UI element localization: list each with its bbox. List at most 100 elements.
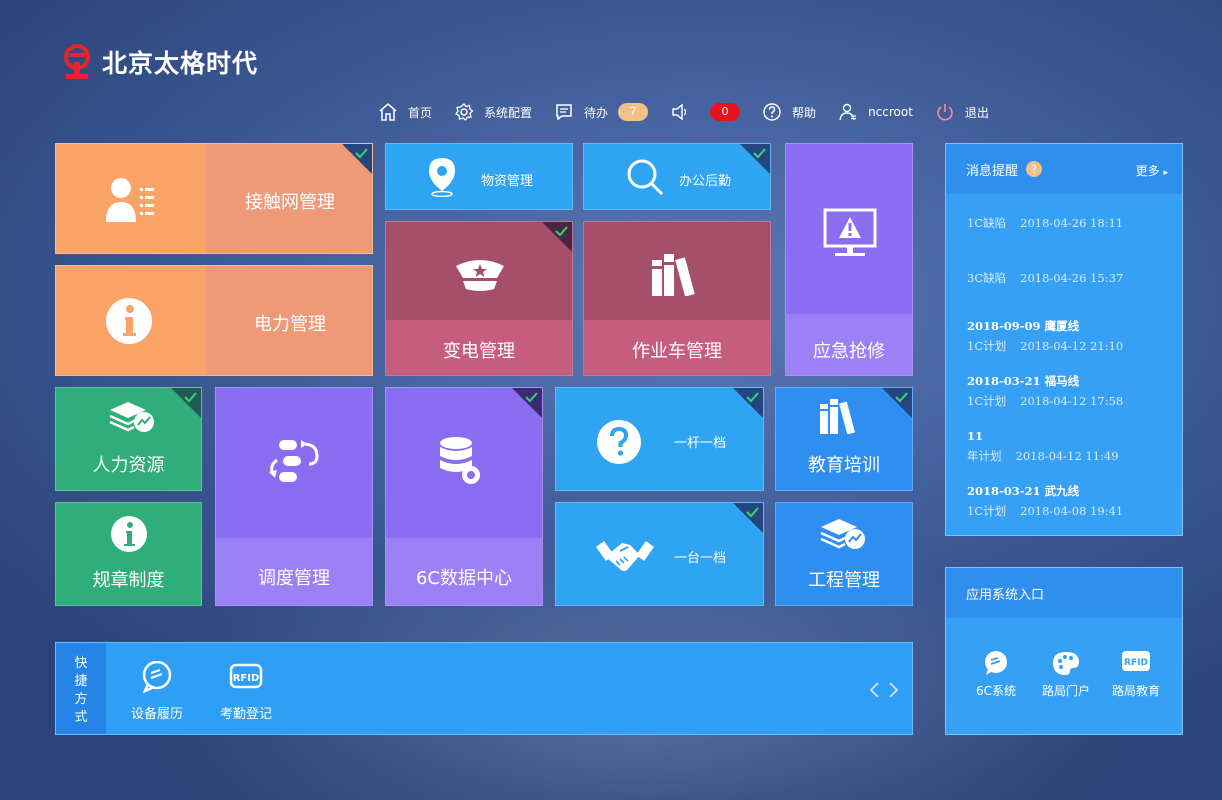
chevron-right-icon[interactable] xyxy=(888,681,900,699)
messages-title: 消息提醒 xyxy=(966,163,1019,179)
svg-text:RFID: RFID xyxy=(233,673,260,684)
nav-help[interactable]: 帮助 xyxy=(762,102,816,122)
books-icon xyxy=(820,399,856,434)
nav-sound[interactable]: 0 xyxy=(670,102,741,122)
nav-home[interactable]: 首页 xyxy=(378,102,432,122)
tile-dispatch-label: 调度管理 xyxy=(258,568,330,589)
tile-hr[interactable]: 人力资源 xyxy=(55,387,202,491)
nav-todo-label: 待办 xyxy=(584,105,609,120)
speaker-icon xyxy=(672,103,687,121)
question-icon xyxy=(597,420,641,464)
todo-count-badge: 7 xyxy=(618,103,649,121)
tile-data6c-label: 6C数据中心 xyxy=(415,568,513,589)
app-6c[interactable]: 6C系统 xyxy=(966,650,1026,699)
tile-office[interactable]: 办公后勤 xyxy=(583,143,771,210)
user-icon xyxy=(839,103,857,121)
tile-rules[interactable]: 规章制度 xyxy=(55,502,202,606)
search-icon xyxy=(627,159,664,196)
nav-logout[interactable]: 退出 xyxy=(935,102,989,122)
home-icon xyxy=(379,103,397,121)
location-pin-icon xyxy=(429,158,455,197)
monitor-warning-icon xyxy=(823,208,877,256)
chat-bubble-icon xyxy=(985,651,1007,675)
tile-training-label: 教育培训 xyxy=(808,455,880,476)
check-icon xyxy=(740,144,770,174)
tile-hr-label: 人力资源 xyxy=(92,455,165,476)
chevron-left-icon[interactable] xyxy=(868,681,880,699)
message-item[interactable]: 3C缺陷 2018-04-26 15:37 xyxy=(967,270,1123,286)
tile-rules-label: 规章制度 xyxy=(92,570,165,591)
brand-title: 北京太格时代 xyxy=(102,49,259,78)
help-badge-icon: ? xyxy=(1026,161,1043,177)
check-icon xyxy=(512,388,542,418)
tile-pole[interactable]: 一杆一档 xyxy=(555,387,764,491)
help-icon xyxy=(763,103,781,121)
palette-icon xyxy=(1053,652,1079,675)
tile-engineering-label: 工程管理 xyxy=(808,570,880,591)
message-item[interactable]: 2018-03-21 福马线 1C计划 2018-04-12 17:58 xyxy=(967,371,1123,411)
info-icon xyxy=(106,298,152,344)
power-icon xyxy=(937,104,953,121)
contact-card-icon xyxy=(106,178,154,222)
tile-power[interactable]: 电力管理 xyxy=(55,265,373,376)
tile-emergency[interactable]: 应急抢修 xyxy=(785,143,913,376)
tile-materials[interactable]: 物资管理 xyxy=(385,143,573,210)
tile-unit[interactable]: 一台一档 xyxy=(555,502,764,606)
tile-vehicle[interactable]: 作业车管理 xyxy=(583,221,771,376)
layers-chart-icon xyxy=(109,402,154,432)
nav-home-label: 首页 xyxy=(408,105,433,120)
nav-help-label: 帮助 xyxy=(792,105,817,120)
handshake-icon xyxy=(596,541,654,571)
tile-training[interactable]: 教育培训 xyxy=(775,387,913,491)
books-icon xyxy=(652,254,695,296)
sound-count-badge: 0 xyxy=(710,103,741,121)
rfid-icon: RFID xyxy=(1122,651,1150,671)
top-nav: 首页 系统配置 待办 7 0 帮助 nccroot 退出 xyxy=(378,98,1011,126)
apps-panel: 应用系统入口 6C系统 路局门户 RFID 路局教育 xyxy=(945,567,1183,735)
police-cap-icon xyxy=(456,260,504,291)
brand-logo[interactable]: 北京太格时代 xyxy=(60,42,258,82)
tile-vehicle-label: 作业车管理 xyxy=(632,341,722,362)
chat-bubble-icon xyxy=(142,661,172,693)
layers-chart-icon xyxy=(820,519,865,549)
check-icon xyxy=(733,388,763,418)
apps-header: 应用系统入口 xyxy=(946,568,1182,618)
tile-catenary[interactable]: 接触网管理 xyxy=(55,143,373,254)
message-item[interactable]: 11 年计划 2018-04-12 11:49 xyxy=(967,426,1119,466)
check-icon xyxy=(342,144,372,174)
shortcut-bar: 快 捷 方 式 设备履历 RFID 考勤登记 xyxy=(55,642,913,735)
messages-more-link[interactable]: 更多 ▸ xyxy=(1136,162,1168,179)
tile-substation-label: 变电管理 xyxy=(443,341,515,362)
tile-materials-label: 物资管理 xyxy=(481,174,534,189)
shortcut-equipment-history[interactable]: 设备履历 xyxy=(122,661,192,722)
nav-user[interactable]: nccroot xyxy=(838,102,913,122)
svg-text:RFID: RFID xyxy=(1124,658,1148,668)
shortcut-attendance[interactable]: RFID 考勤登记 xyxy=(211,661,281,722)
apps-title: 应用系统入口 xyxy=(966,587,1045,603)
tile-office-label: 办公后勤 xyxy=(679,174,732,189)
tile-substation[interactable]: 变电管理 xyxy=(385,221,573,376)
app-education[interactable]: RFID 路局教育 xyxy=(1106,650,1166,699)
nav-config[interactable]: 系统配置 xyxy=(454,102,532,122)
tile-data6c[interactable]: 6C数据中心 xyxy=(385,387,543,606)
tile-pole-label: 一杆一档 xyxy=(674,436,727,451)
check-icon xyxy=(542,222,572,252)
message-item[interactable]: 1C缺陷 2018-04-26 18:11 xyxy=(967,215,1123,231)
tile-catenary-label: 接触网管理 xyxy=(245,192,335,213)
gear-icon xyxy=(455,103,474,121)
tile-engineering[interactable]: 工程管理 xyxy=(775,502,913,606)
message-item[interactable]: 2018-09-09 鹰厦线 1C计划 2018-04-12 21:10 xyxy=(967,316,1123,356)
messages-header: 消息提醒 ? 更多 ▸ xyxy=(946,144,1182,194)
nav-user-label: nccroot xyxy=(868,105,913,119)
tile-power-label: 电力管理 xyxy=(254,314,326,335)
tile-emergency-label: 应急抢修 xyxy=(813,341,885,362)
app-portal[interactable]: 路局门户 xyxy=(1036,650,1096,699)
railway-logo-icon xyxy=(64,44,90,79)
message-item[interactable]: 2018-03-21 武九线 1C计划 2018-04-08 19:41 xyxy=(967,481,1123,521)
nav-todo[interactable]: 待办 7 xyxy=(554,102,649,122)
messages-panel: 消息提醒 ? 更多 ▸ 1C缺陷 2018-04-26 18:11 3C缺陷 201… xyxy=(945,143,1183,536)
nav-logout-label: 退出 xyxy=(964,105,989,120)
tile-dispatch[interactable]: 调度管理 xyxy=(215,387,373,606)
tile-unit-label: 一台一档 xyxy=(674,551,727,566)
flow-cycle-icon xyxy=(269,440,319,482)
